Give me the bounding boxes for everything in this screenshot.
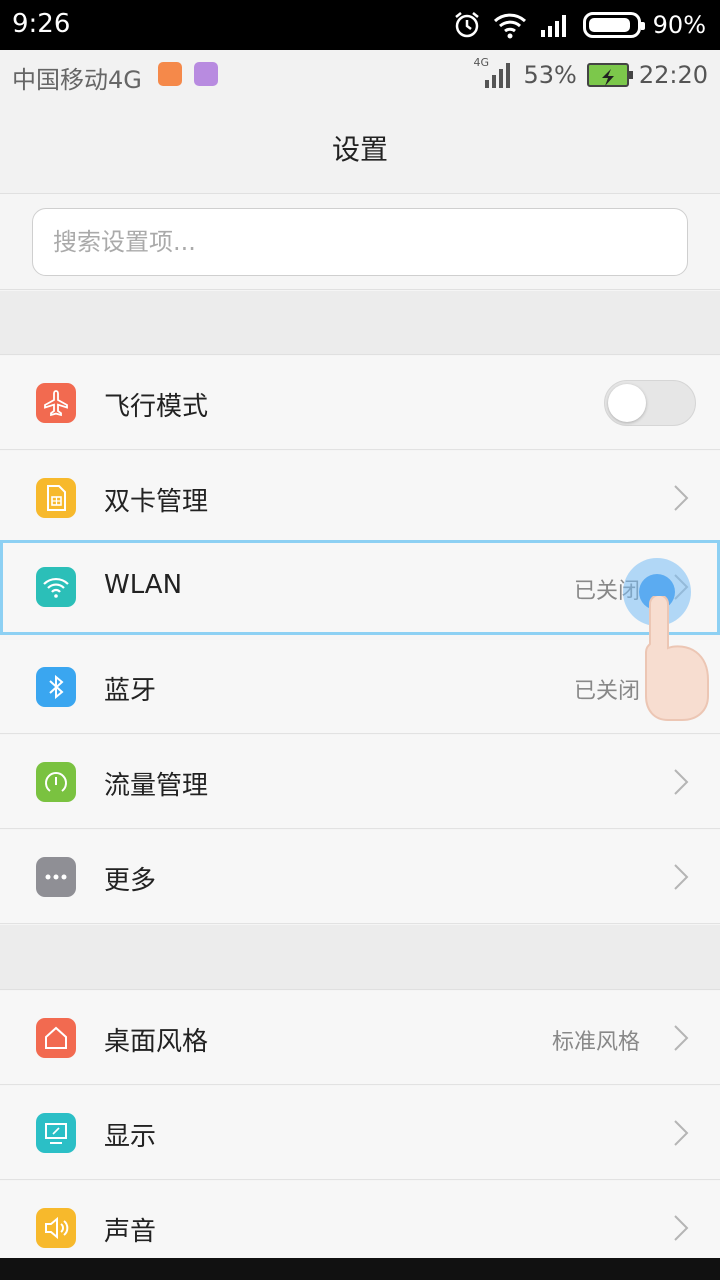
navigation-bar (0, 1258, 720, 1280)
device-battery-text: 90% (652, 11, 706, 39)
device-status-icons: 90% (453, 8, 706, 42)
pointing-finger-icon (640, 594, 714, 726)
setting-row-label: 飞行模式 (104, 392, 209, 422)
setting-row-more[interactable]: 更多 (0, 830, 720, 924)
setting-row-home-style[interactable]: 桌面风格 标准风格 (0, 991, 720, 1085)
data-usage-icon (36, 762, 76, 802)
display-icon (36, 1113, 76, 1153)
more-icon (36, 857, 76, 897)
cell-signal-icon (539, 12, 571, 38)
phone-signal-icon: 4G (473, 56, 513, 90)
search-area (0, 195, 720, 290)
phone-battery-icon (586, 63, 633, 87)
setting-row-airplane-mode[interactable]: 飞行模式 (0, 356, 720, 450)
setting-row-label: 流量管理 (104, 771, 209, 801)
sound-icon (36, 1208, 76, 1248)
phone-status-bar: 中国移动4G 4G 53% 22:20 (0, 50, 720, 100)
setting-row-label: 桌面风格 (104, 1027, 209, 1057)
setting-row-label: 声音 (104, 1217, 157, 1247)
wifi-signal-icon (493, 11, 527, 39)
section-divider (0, 291, 720, 355)
chevron-right-icon (672, 767, 690, 801)
device-status-bar: 9:26 90% (0, 0, 720, 50)
toggle-knob (608, 384, 646, 422)
chevron-right-icon (672, 1118, 690, 1152)
phone-time: 22:20 (638, 61, 708, 89)
chevron-right-icon (672, 483, 690, 517)
phone-status-icons: 4G 53% 22:20 (473, 56, 708, 92)
setting-row-label: 更多 (104, 866, 157, 896)
airplane-icon (36, 383, 76, 423)
airplane-mode-toggle[interactable] (604, 380, 696, 426)
bluetooth-icon (36, 667, 76, 707)
alarm-icon (453, 11, 481, 39)
chevron-right-icon (672, 862, 690, 896)
setting-row-label: WLAN (104, 570, 183, 600)
carrier-name: 中国移动4G (12, 66, 142, 94)
home-icon (36, 1018, 76, 1058)
notification-gallery-icon (194, 62, 218, 86)
device-battery-icon (582, 12, 645, 38)
setting-row-label: 蓝牙 (104, 676, 157, 706)
section-divider (0, 925, 720, 990)
setting-row-wlan[interactable]: WLAN 已关闭 (0, 540, 720, 635)
title-bar: 设置 (0, 100, 720, 194)
wifi-icon (36, 567, 76, 607)
setting-row-value: 已关闭 (573, 679, 640, 704)
setting-row-label: 双卡管理 (104, 487, 209, 517)
setting-row-bluetooth[interactable]: 蓝牙 已关闭 (0, 640, 720, 734)
chevron-right-icon (672, 1213, 690, 1247)
sim-card-icon (36, 478, 76, 518)
search-input[interactable] (32, 208, 688, 276)
setting-row-data-usage[interactable]: 流量管理 (0, 735, 720, 829)
setting-row-value: 标准风格 (551, 1030, 640, 1055)
setting-row-label: 显示 (104, 1122, 157, 1152)
phone-battery-text: 53% (523, 61, 577, 89)
setting-row-dual-sim[interactable]: 双卡管理 (0, 451, 720, 545)
page-title: 设置 (331, 133, 388, 166)
device-time: 9:26 (12, 9, 71, 39)
chevron-right-icon (672, 1023, 690, 1057)
notification-app-icon (158, 62, 182, 86)
setting-row-display[interactable]: 显示 (0, 1086, 720, 1180)
